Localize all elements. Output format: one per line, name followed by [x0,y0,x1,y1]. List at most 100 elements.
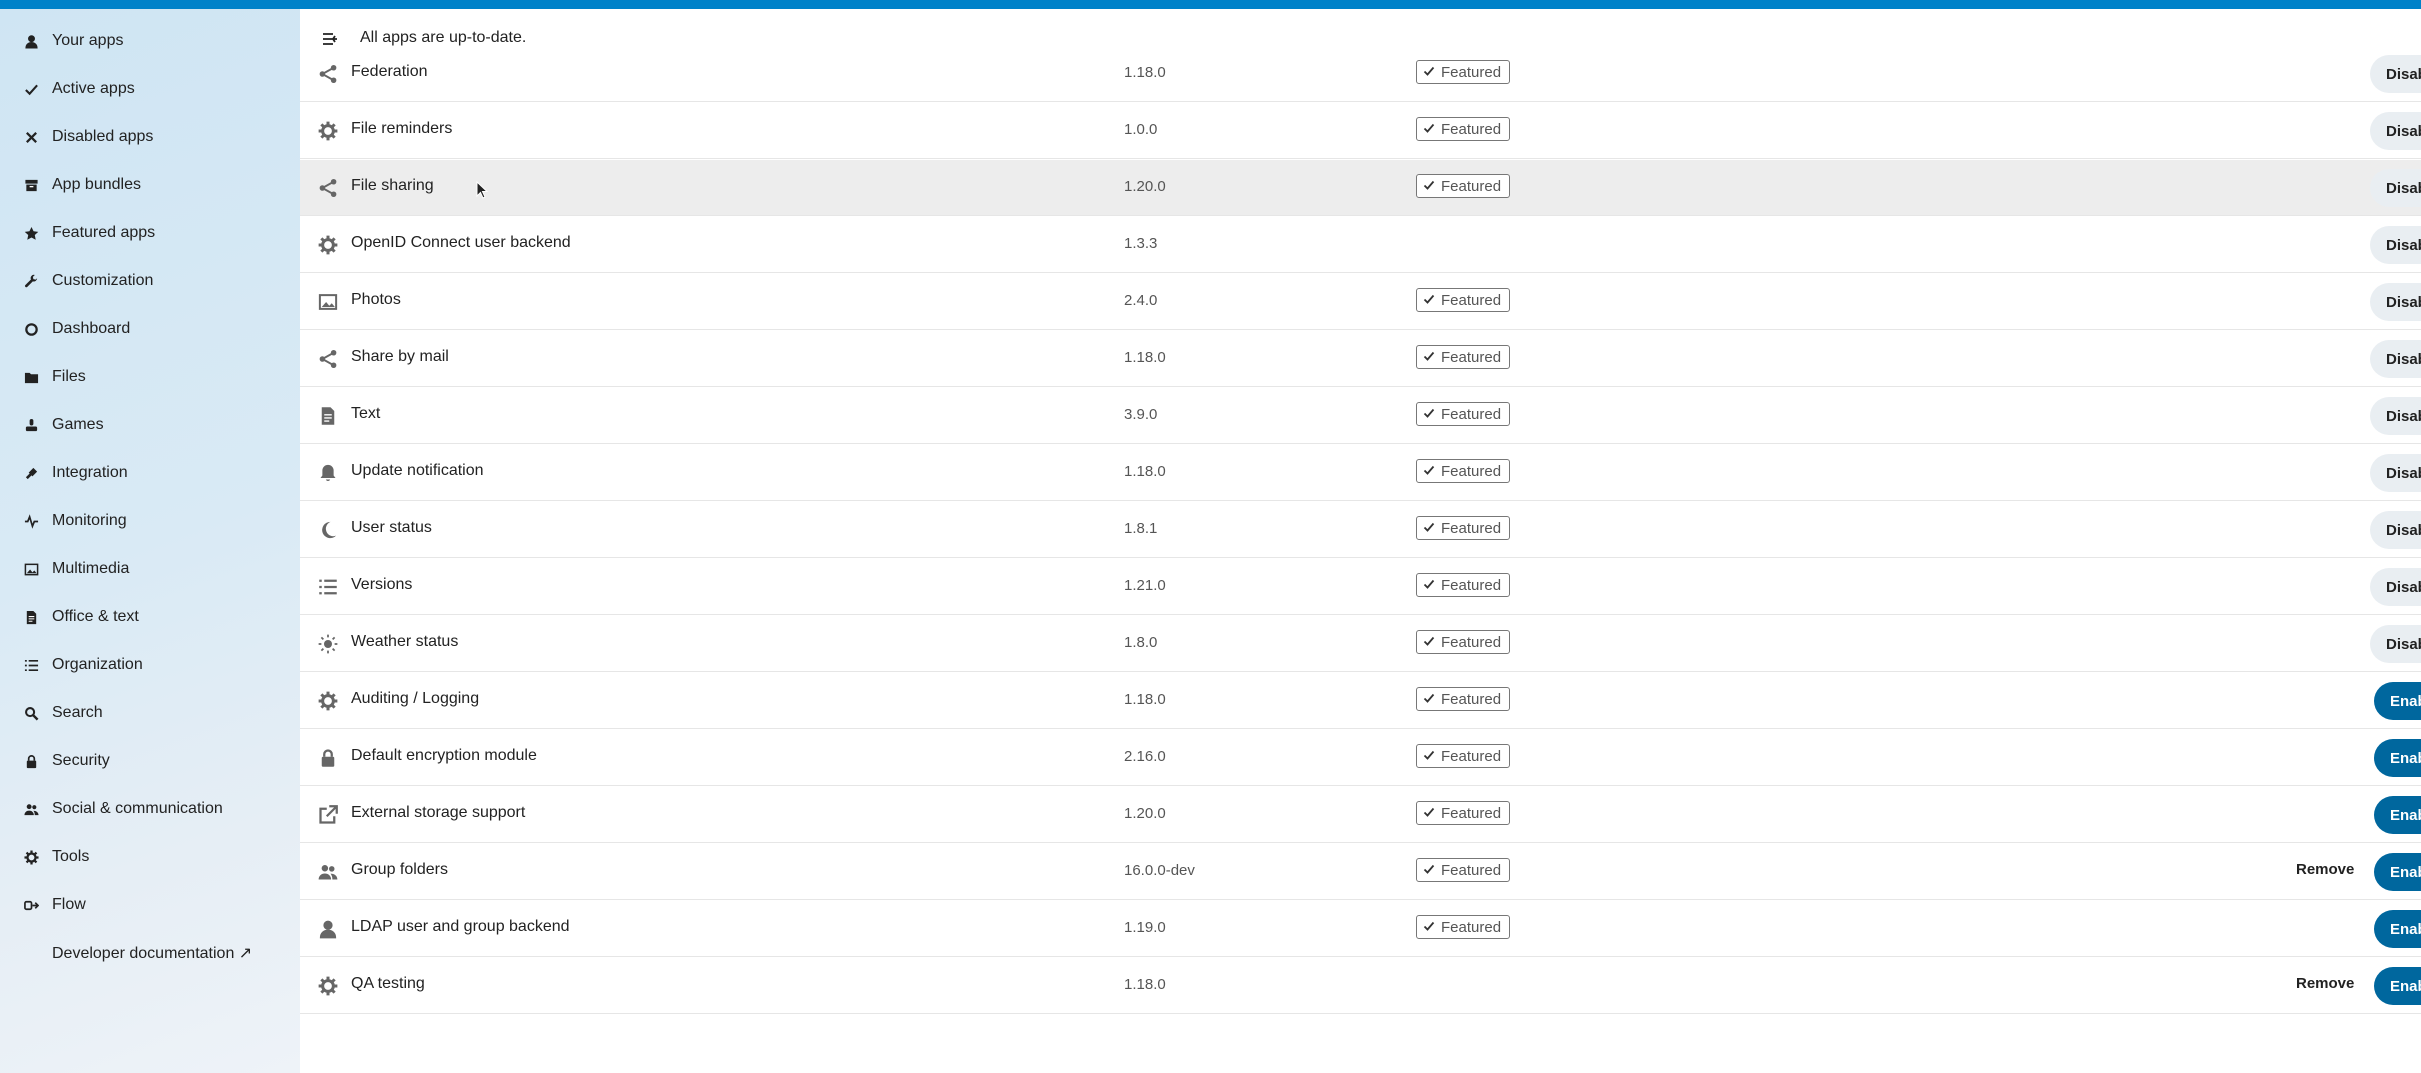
sidebar-item-tools[interactable]: Tools [0,833,300,881]
check-icon [22,80,40,98]
sidebar-item-multimedia[interactable]: Multimedia [0,545,300,593]
app-version: 1.18.0 [1124,463,1166,480]
app-row: OpenID Connect user backend 1.3.3 Disable [300,217,2421,273]
disable-button[interactable]: Disable [2370,112,2421,150]
sidebar-item-security[interactable]: Security [0,737,300,785]
app-row: Photos 2.4.0 Featured Disable [300,274,2421,330]
app-name[interactable]: Update notification [351,462,484,480]
featured-label: Featured [1441,348,1502,366]
app-name[interactable]: Default encryption module [351,747,537,765]
featured-label: Featured [1441,519,1502,537]
sidebar-item-label: Multimedia [52,560,130,577]
sidebar-item-app-bundles[interactable]: App bundles [0,161,300,209]
disable-button[interactable]: Disable [2370,169,2421,207]
sidebar-item-label: Disabled apps [52,128,154,145]
app-name[interactable]: Share by mail [351,348,449,366]
sidebar-item-integration[interactable]: Integration [0,449,300,497]
search-icon [22,704,40,722]
enable-button[interactable]: Enable [2374,796,2421,834]
disable-button[interactable]: Disable [2370,340,2421,378]
featured-label: Featured [1441,405,1502,423]
remove-button[interactable]: Remove [2296,975,2354,992]
disable-button[interactable]: Disable [2370,454,2421,492]
sidebar-item-games[interactable]: Games [0,401,300,449]
app-row: Share by mail 1.18.0 Featured Disable [300,331,2421,387]
sidebar-item-disabled-apps[interactable]: Disabled apps [0,113,300,161]
featured-label: Featured [1441,63,1502,81]
disable-button[interactable]: Disable [2370,226,2421,264]
featured-label: Featured [1441,177,1502,195]
enable-button[interactable]: Enable [2374,682,2421,720]
sidebar-item-social-communication[interactable]: Social & communication [0,785,300,833]
app-name[interactable]: File sharing [351,177,434,195]
sidebar-item-label: Security [52,752,110,769]
enable-button[interactable]: Enable [2374,853,2421,891]
sidebar-item-active-apps[interactable]: Active apps [0,65,300,113]
sidebar-item-organization[interactable]: Organization [0,641,300,689]
check-icon [1423,691,1435,708]
enable-button[interactable]: Enable [2374,910,2421,948]
sidebar-item-developer-documentation[interactable]: Developer documentation ↗ [0,929,300,977]
remove-button[interactable]: Remove [2296,861,2354,878]
sidebar-item-monitoring[interactable]: Monitoring [0,497,300,545]
app-name[interactable]: QA testing [351,975,425,993]
disable-button[interactable]: Disable [2370,397,2421,435]
featured-label: Featured [1441,462,1502,480]
app-name[interactable]: LDAP user and group backend [351,918,570,936]
app-categories-sidebar: Your apps Active apps Disabled apps App bun… [0,9,300,1073]
featured-badge: Featured [1416,174,1511,198]
sidebar-item-label: Featured apps [52,224,156,241]
app-name[interactable]: OpenID Connect user backend [351,234,571,252]
mouse-pointer-icon [476,181,489,199]
app-name[interactable]: Versions [351,576,412,594]
featured-label: Featured [1441,690,1502,708]
app-name[interactable]: Auditing / Logging [351,690,479,708]
disable-button[interactable]: Disable [2370,568,2421,606]
featured-badge: Featured [1416,402,1511,426]
app-row: QA testing 1.18.0 Remove Enable [300,958,2421,1014]
sidebar-item-flow[interactable]: Flow [0,881,300,929]
check-icon [1423,64,1435,81]
featured-badge: Featured [1416,858,1511,882]
app-version: 3.9.0 [1124,406,1158,423]
disable-button[interactable]: Disable [2370,283,2421,321]
app-name[interactable]: Group folders [351,861,448,879]
sidebar-item-dashboard[interactable]: Dashboard [0,305,300,353]
top-header-bar [0,0,2421,9]
disable-button[interactable]: Disable [2370,55,2421,93]
sidebar-item-office-text[interactable]: Office & text [0,593,300,641]
sidebar-item-label: Developer documentation ↗ [52,945,253,962]
gear-icon [318,121,338,141]
app-name[interactable]: Weather status [351,633,458,651]
disable-button[interactable]: Disable [2370,511,2421,549]
check-icon [1423,121,1435,138]
sidebar-item-search[interactable]: Search [0,689,300,737]
app-name[interactable]: User status [351,519,432,537]
share-icon [318,64,338,84]
app-name[interactable]: Photos [351,291,401,309]
sidebar-item-customization[interactable]: Customization [0,257,300,305]
sidebar-item-featured-apps[interactable]: Featured apps [0,209,300,257]
check-icon [1423,862,1435,879]
app-version: 16.0.0-dev [1124,862,1195,879]
app-version: 1.19.0 [1124,919,1166,936]
app-row: Federation 1.18.0 Featured Disable [300,46,2421,102]
app-name[interactable]: Federation [351,63,428,81]
app-name[interactable]: External storage support [351,804,525,822]
sidebar-item-label: Dashboard [52,320,131,337]
sidebar-item-label: Games [52,416,104,433]
app-name[interactable]: File reminders [351,120,452,138]
enable-button[interactable]: Enable [2374,739,2421,777]
app-version: 1.8.0 [1124,634,1158,651]
check-icon [1423,463,1435,480]
update-status-message: All apps are up-to-date. [360,29,527,46]
app-name[interactable]: Text [351,405,380,423]
enable-button[interactable]: Enable [2374,967,2421,1005]
close-icon [22,128,40,146]
check-icon [1423,292,1435,309]
app-row: File sharing 1.20.0 Featured Disable [300,160,2421,216]
disable-button[interactable]: Disable [2370,625,2421,663]
app-version: 1.0.0 [1124,121,1158,138]
sidebar-item-files[interactable]: Files [0,353,300,401]
sidebar-item-your-apps[interactable]: Your apps [0,17,300,65]
